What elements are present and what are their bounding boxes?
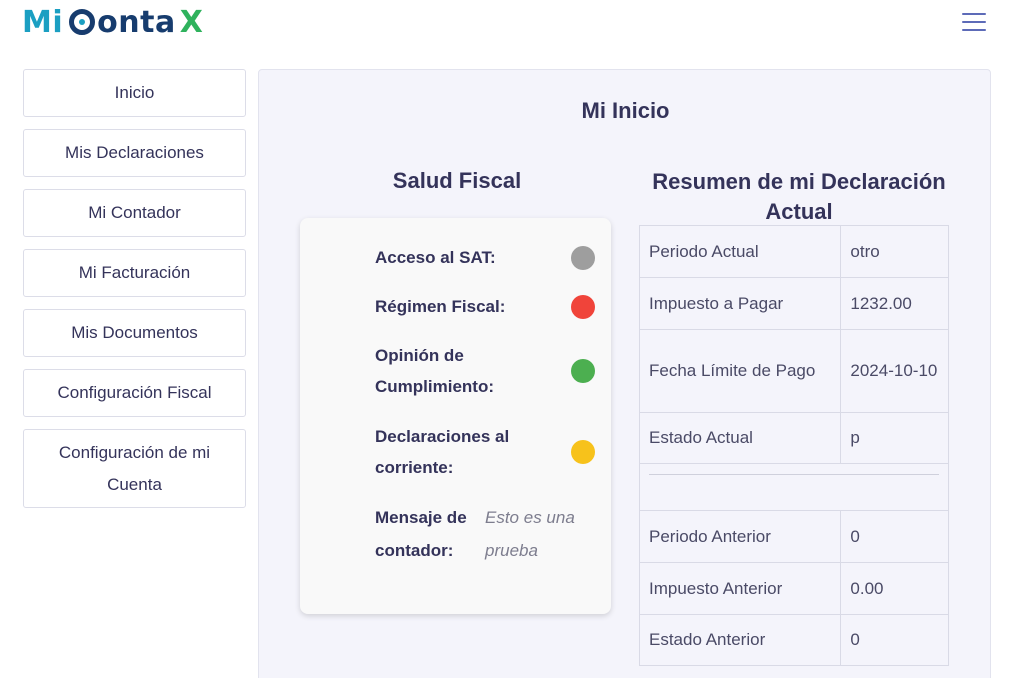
logo-c-icon xyxy=(69,9,96,35)
sidebar-item-label: Mis Documentos xyxy=(71,323,198,342)
sidebar-item-label: Configuración de mi Cuenta xyxy=(58,442,211,494)
status-row-declaraciones-corriente: Declaraciones al corriente: xyxy=(375,421,595,483)
status-row-regimen-fiscal: Régimen Fiscal: xyxy=(375,291,595,322)
status-row-acceso-sat: Acceso al SAT: xyxy=(375,242,595,273)
sidebar-item-mi-facturacion[interactable]: Mi Facturación xyxy=(23,249,246,297)
resumen-title: Resumen de mi Declaración Actual xyxy=(652,169,946,224)
status-row-opinion-cumplimiento: Opinión de Cumplimiento: xyxy=(375,340,595,402)
app-header: Mi onta X xyxy=(0,0,1024,68)
hamburger-menu-icon[interactable] xyxy=(962,13,986,31)
table-value: 0 xyxy=(840,510,949,563)
sidebar-item-configuracion-fiscal[interactable]: Configuración Fiscal xyxy=(23,369,246,417)
table-row: Impuesto Anterior 0.00 xyxy=(638,562,949,615)
sidebar-item-label: Configuración Fiscal xyxy=(57,383,212,402)
status-label: Opinión de Cumplimiento: xyxy=(375,346,494,396)
status-dot-icon xyxy=(571,294,595,319)
logo-text-mi: Mi xyxy=(22,4,64,40)
resumen-table: Periodo Actual otro Impuesto a Pagar 123… xyxy=(638,225,949,666)
mensaje-contador-row: Mensaje de contador: Esto es una prueba xyxy=(375,501,600,567)
status-label: Régimen Fiscal: xyxy=(375,297,506,316)
status-dot-icon xyxy=(571,440,595,464)
salud-fiscal-title: Salud Fiscal xyxy=(392,168,522,193)
logo-text-onta: onta xyxy=(97,4,176,40)
table-key: Estado Actual xyxy=(638,412,842,464)
table-key: Fecha Límite de Pago xyxy=(638,329,842,413)
table-value: p xyxy=(840,412,949,464)
table-value: otro xyxy=(840,225,949,278)
table-value: 1232.00 xyxy=(840,277,949,330)
table-value: 0.00 xyxy=(840,562,949,615)
table-key: Impuesto Anterior xyxy=(638,562,842,615)
mensaje-contador-label: Mensaje de contador: xyxy=(375,508,467,560)
table-row: Impuesto a Pagar 1232.00 xyxy=(638,277,949,330)
app-logo[interactable]: Mi onta X xyxy=(22,4,203,40)
table-value: 0 xyxy=(840,614,949,666)
table-row: Periodo Anterior 0 xyxy=(638,510,949,563)
main-panel: Mi Inicio Salud Fiscal Resumen de mi Dec… xyxy=(258,69,991,678)
table-value: 2024-10-10 xyxy=(840,329,949,413)
table-separator xyxy=(639,463,949,511)
status-label: Declaraciones al corriente: xyxy=(375,427,510,477)
table-row: Fecha Límite de Pago 2024-10-10 xyxy=(638,329,949,413)
mensaje-contador-value: Esto es una prueba xyxy=(485,508,575,560)
status-dot-icon xyxy=(571,359,595,383)
table-row: Periodo Actual otro xyxy=(638,225,949,278)
table-separator-row xyxy=(639,463,949,511)
page-title: Mi Inicio xyxy=(581,98,670,123)
table-row: Estado Anterior 0 xyxy=(638,614,949,666)
table-row: Estado Actual p xyxy=(638,412,949,464)
table-key: Impuesto a Pagar xyxy=(638,277,842,330)
sidebar-item-label: Mi Facturación xyxy=(78,263,191,282)
sidebar-item-configuracion-cuenta[interactable]: Configuración de mi Cuenta xyxy=(23,429,246,508)
sidebar-item-mis-documentos[interactable]: Mis Documentos xyxy=(23,309,246,357)
sidebar-item-label: Inicio xyxy=(114,83,155,102)
sidebar-item-label: Mis Declaraciones xyxy=(65,143,204,162)
status-dot-icon xyxy=(571,245,595,270)
sidebar-item-inicio[interactable]: Inicio xyxy=(23,69,246,117)
logo-text-x: X xyxy=(179,4,204,40)
sidebar-item-mis-declaraciones[interactable]: Mis Declaraciones xyxy=(23,129,246,177)
salud-fiscal-card: Acceso al SAT: Régimen Fiscal: Opinión d… xyxy=(300,218,611,614)
sidebar-item-label: Mi Contador xyxy=(88,203,181,222)
table-key: Periodo Actual xyxy=(638,225,842,278)
table-key: Periodo Anterior xyxy=(638,510,842,563)
sidebar-item-mi-contador[interactable]: Mi Contador xyxy=(23,189,246,237)
status-label: Acceso al SAT: xyxy=(375,248,496,267)
sidebar: Inicio Mis Declaraciones Mi Contador Mi … xyxy=(23,69,246,520)
table-key: Estado Anterior xyxy=(638,614,842,666)
